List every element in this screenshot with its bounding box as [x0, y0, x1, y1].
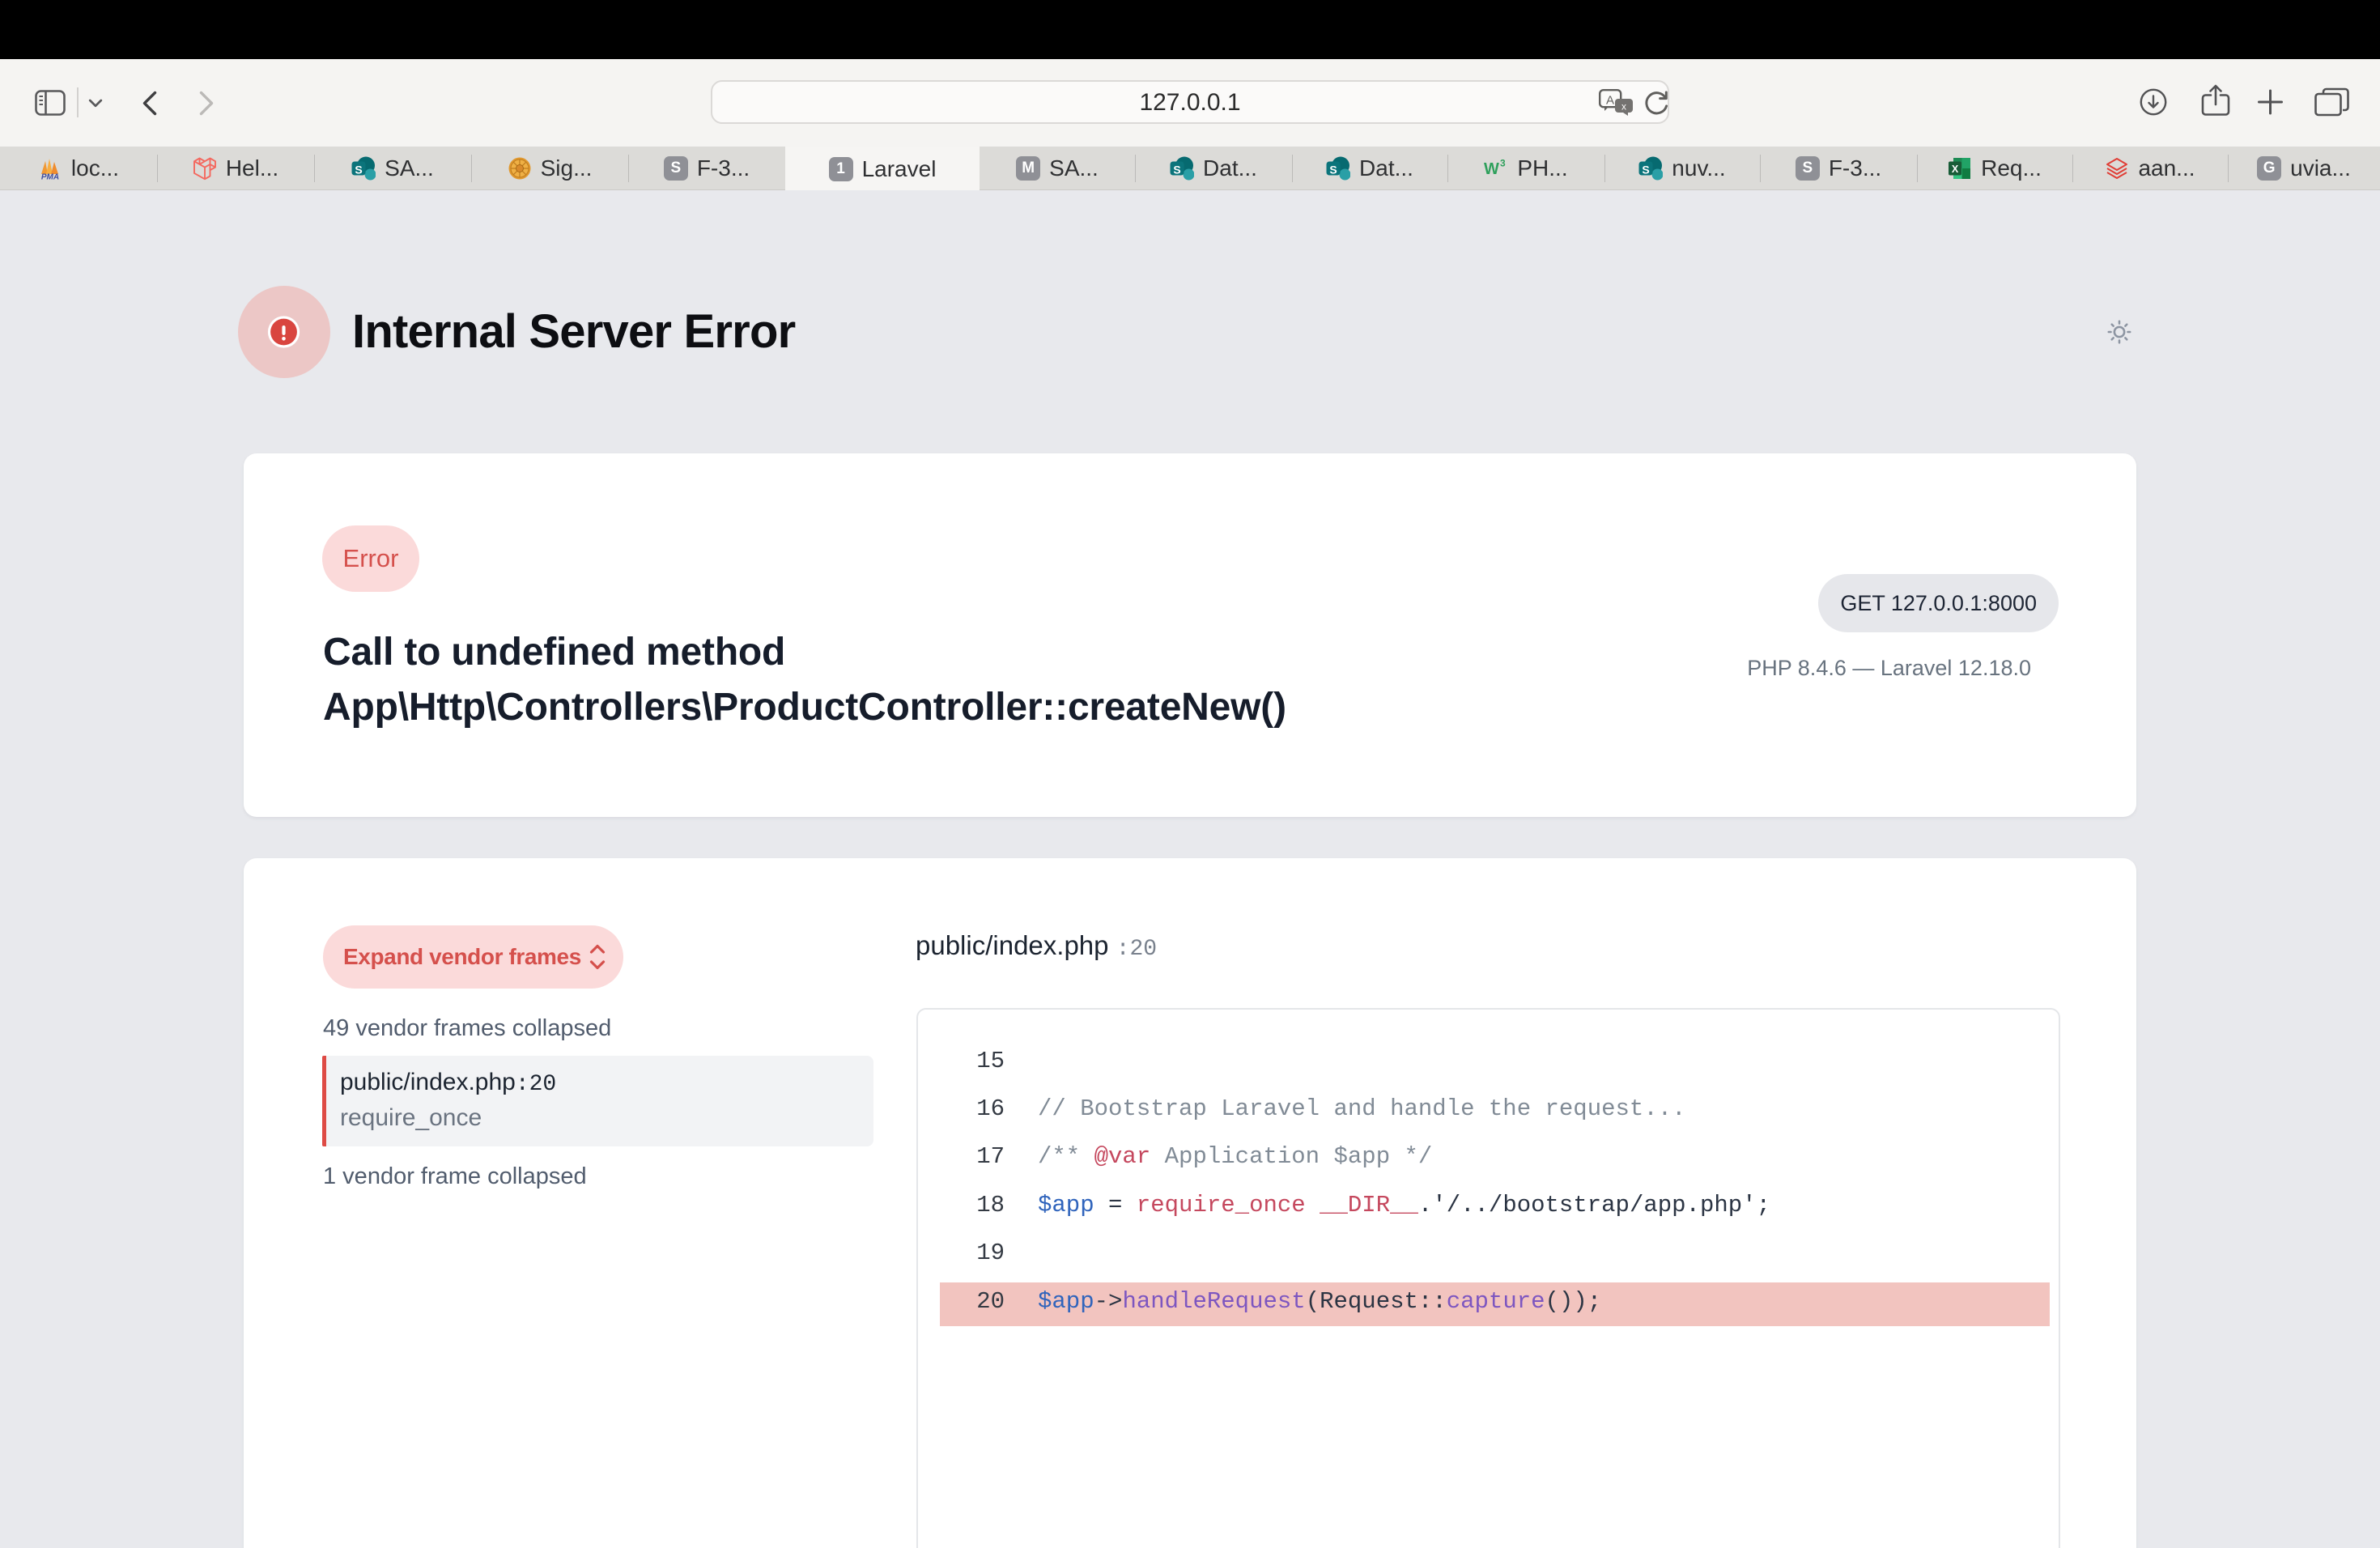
svg-text:S: S	[1173, 164, 1180, 176]
svg-text:S: S	[1329, 164, 1337, 176]
svg-text:3: 3	[1500, 158, 1506, 169]
svg-text:A: A	[1606, 94, 1614, 108]
svg-text:W: W	[1484, 160, 1499, 178]
svg-text:X: X	[1952, 164, 1959, 175]
svg-text:S: S	[1643, 164, 1650, 176]
svg-text:PMA: PMA	[41, 173, 59, 181]
svg-text:S: S	[355, 164, 362, 176]
svg-text:x: x	[1621, 101, 1626, 113]
